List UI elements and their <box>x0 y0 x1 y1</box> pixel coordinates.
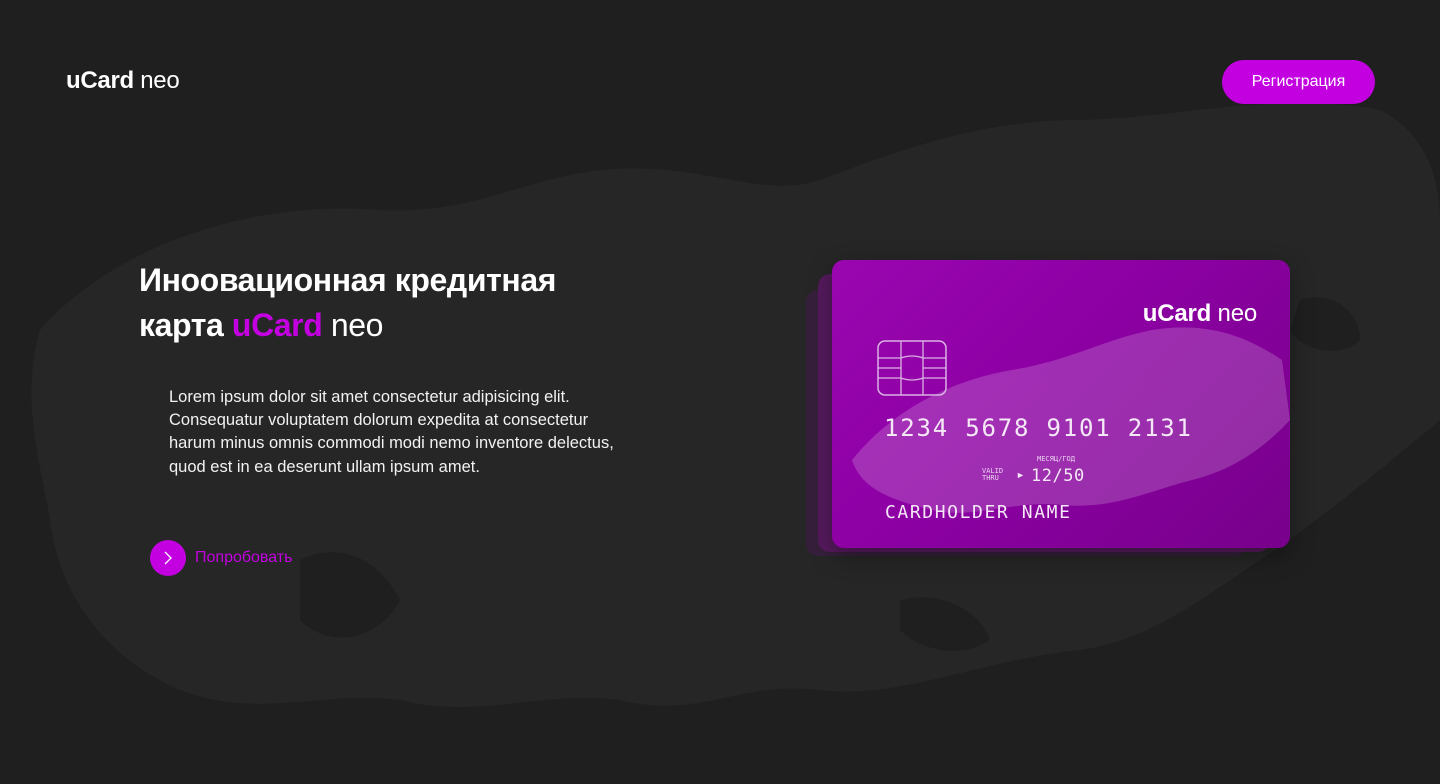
hero-title-brand: uCard <box>231 307 323 343</box>
hero-title-line2: карта uCard neo <box>139 303 659 348</box>
valid-thru-label: VALID THRU <box>982 468 1003 482</box>
logo-brand: uCard <box>66 67 134 94</box>
play-arrow-icon: ► <box>1016 470 1025 480</box>
chip-icon <box>877 340 947 396</box>
card-expiry: 12/50 <box>1031 466 1085 486</box>
expiry-caption: МЕСЯЦ/ГОД <box>1037 455 1075 463</box>
hero-title-line1: Иноовационная кредитная <box>139 262 556 298</box>
try-button-circle[interactable] <box>150 540 186 576</box>
cardholder-name: CARDHOLDER NAME <box>885 502 1072 523</box>
hero-title-sub: neo <box>330 307 384 343</box>
register-button[interactable]: Регистрация <box>1222 60 1375 104</box>
try-button-label[interactable]: Попробовать <box>195 549 292 567</box>
card-logo-sub: neo <box>1217 300 1258 327</box>
credit-card-illustration: uCard neo 1234 5678 9101 2131 VALID THRU… <box>832 260 1290 548</box>
landing-page: uCard neo Регистрация Иноовационная кред… <box>0 0 1440 784</box>
hero-description: Lorem ipsum dolor sit amet consectetur a… <box>169 388 614 476</box>
site-logo[interactable]: uCard neo <box>66 67 180 95</box>
valid-label-line2: THRU <box>982 474 999 482</box>
chevron-right-icon <box>164 551 172 565</box>
card-logo: uCard neo <box>1143 300 1257 328</box>
logo-sub: neo <box>140 67 180 94</box>
hero-title: Иноовационная кредитная карта uCard neo <box>139 258 659 348</box>
card-logo-brand: uCard <box>1142 300 1212 327</box>
try-button[interactable]: Попробовать <box>150 540 292 576</box>
card-number: 1234 5678 9101 2131 <box>884 414 1193 442</box>
hero-title-prefix: карта <box>139 307 224 343</box>
